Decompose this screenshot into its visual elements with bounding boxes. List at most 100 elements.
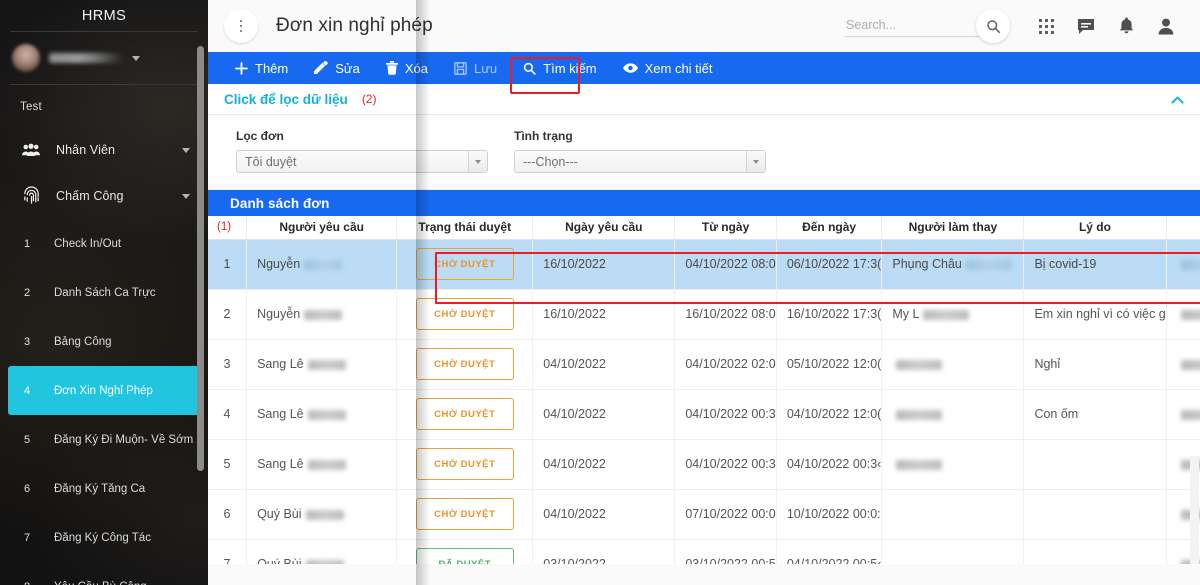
sidebar-item-number: 5	[24, 433, 31, 446]
redacted-text	[304, 309, 343, 320]
chevron-down-icon[interactable]	[746, 151, 765, 172]
row-index-text: 7	[223, 557, 231, 564]
bell-notification-icon[interactable]	[1106, 6, 1146, 46]
apps-grid-icon[interactable]	[1026, 6, 1066, 46]
avatar	[12, 44, 40, 72]
status-badge[interactable]: CHỜ DUYỆT	[415, 298, 514, 330]
redacted-text	[307, 359, 346, 370]
table-header-cell[interactable]: Người yêu cầu	[246, 216, 398, 240]
cell-approver	[1166, 389, 1200, 440]
floppy-save-icon	[454, 61, 467, 75]
cell-to-date-text: 06/10/2022 17:3(	[786, 257, 882, 271]
toolbar-button-search[interactable]: Tìm kiếm	[510, 52, 609, 84]
user-account-icon[interactable]	[1146, 6, 1186, 46]
sidebar-item-number: 2	[24, 286, 31, 299]
sidebar-item-label: Đăng Ký Đi Muộn- Về Sớm	[54, 433, 194, 446]
chevron-down-icon[interactable]	[468, 151, 487, 172]
cell-substitute: Phụng Châu	[881, 239, 1025, 290]
chevron-down-icon[interactable]	[182, 147, 190, 153]
search-input[interactable]	[844, 15, 984, 37]
filter-field-1: Tình trạng ---Chọn---	[514, 129, 766, 173]
cell-requester: Sang Lê	[246, 339, 398, 390]
table-row[interactable]: 3 Sang Lê CHỜ DUYỆT 04/10/2022 04/10/2022 02…	[208, 339, 1200, 390]
table-header-cell[interactable]: Trạng thái duyệt	[396, 216, 534, 240]
row-index: 2	[208, 289, 248, 340]
toolbar-button-plus[interactable]: Thêm	[222, 52, 301, 84]
chevron-down-icon[interactable]	[182, 193, 190, 199]
sidebar-item-8[interactable]: 8Yêu Cầu Bù Công	[0, 562, 208, 585]
cell-requester: Sang Lê	[246, 439, 398, 490]
cell-reason: Em xin nghỉ vì có việc gia đ	[1023, 289, 1167, 340]
cell-to-date: 04/10/2022 00:5‹	[776, 539, 883, 564]
filter-select-value: Tôi duyệt	[245, 154, 297, 169]
table-header-cell[interactable]: Từ ngày	[674, 216, 777, 240]
table-header-cell[interactable]: Ngườ	[1166, 216, 1200, 240]
table-header-cell[interactable]: Lý do	[1023, 216, 1167, 240]
table-scrollbar-track[interactable]	[1190, 456, 1199, 564]
cell-requester: Quý Bùi	[246, 539, 398, 564]
sidebar-item-label: Đơn Xin Nghỉ Phép	[54, 384, 153, 397]
sidebar-scrollbar-track[interactable]	[197, 22, 206, 560]
sidebar-group-label: Nhân Viên	[56, 143, 116, 157]
sidebar-item-4[interactable]: 4 Đơn Xin Nghỉ Phép	[8, 366, 200, 415]
table-header-cell[interactable]: Đến ngày	[776, 216, 883, 240]
toolbar-button-pencil-edit[interactable]: Sửa	[301, 52, 373, 84]
status-badge[interactable]: CHỜ DUYỆT	[415, 398, 514, 430]
sidebar-scrollbar-thumb[interactable]	[197, 46, 204, 471]
table-header-cell[interactable]: Ngày yêu cầu	[532, 216, 676, 240]
sidebar-item-number: 3	[24, 335, 31, 348]
sidebar-item-3[interactable]: 3 Bảng Công	[0, 317, 208, 366]
cell-reason	[1023, 539, 1167, 564]
sidebar-item-6[interactable]: 6 Đăng Ký Tăng Ca	[0, 464, 208, 513]
row-index-text: 2	[223, 307, 231, 321]
filter-select-1[interactable]: ---Chọn---	[514, 150, 766, 173]
sidebar-item-number: 7	[24, 531, 31, 544]
filter-select-value: ---Chọn---	[523, 154, 578, 169]
cell-requester: Nguyễn	[246, 239, 398, 290]
search-icon[interactable]	[976, 9, 1010, 43]
cell-requester: Quý Bùi	[246, 489, 398, 540]
table-row[interactable]: 1 Nguyễn CHỜ DUYỆT 16/10/2022 04/10/2022 08:…	[208, 239, 1200, 290]
sidebar-item-5[interactable]: 5 Đăng Ký Đi Muộn- Về Sớm	[0, 415, 208, 464]
status-badge[interactable]: CHỜ DUYỆT	[415, 248, 514, 280]
row-index-text: 5	[223, 457, 231, 471]
global-search[interactable]	[844, 9, 1010, 43]
cell-from-date: 16/10/2022 08:0(	[674, 289, 777, 340]
status-badge[interactable]: CHỜ DUYỆT	[415, 348, 514, 380]
status-badge[interactable]: CHỜ DUYỆT	[415, 448, 514, 480]
chevron-up-icon[interactable]	[1171, 93, 1184, 106]
sidebar-item-2[interactable]: 2 Danh Sách Ca Trực	[0, 268, 208, 317]
filter-select-0[interactable]: Tôi duyệt	[236, 150, 488, 173]
table-row[interactable]: 7 Quý Bùi ĐÃ DUYỆT 03/10/2022 03/10/2022 00:…	[208, 539, 1200, 564]
table-row[interactable]: 4 Sang Lê CHỜ DUYỆT 04/10/2022 04/10/2022 00…	[208, 389, 1200, 440]
eye-view-icon	[622, 63, 638, 73]
cell-from-date-text: 04/10/2022 08:0(	[685, 257, 777, 271]
toolbar-button-trash-delete[interactable]: Xóa	[373, 52, 441, 84]
redacted-text	[305, 559, 344, 564]
table-row[interactable]: 6 Quý Bùi CHỜ DUYỆT 04/10/2022 07/10/2022 00…	[208, 489, 1200, 540]
chevron-down-icon[interactable]	[132, 55, 140, 61]
filter-toggle-link[interactable]: Click để lọc dữ liệu	[224, 92, 348, 107]
sidebar-item-7[interactable]: 7 Đăng Ký Công Tác	[0, 513, 208, 562]
table-header-cell[interactable]: Người làm thay	[881, 216, 1025, 240]
table-header-index: (1)	[208, 216, 248, 240]
status-badge[interactable]: ĐÃ DUYỆT	[415, 548, 514, 564]
table-row[interactable]: 5 Sang Lê CHỜ DUYỆT 04/10/2022 04/10/2022 00…	[208, 439, 1200, 490]
cell-requester-text: Quý Bùi	[257, 557, 302, 564]
cell-request-date-text: 04/10/2022	[543, 407, 606, 421]
sidebar-group-cham-cong[interactable]: Chấm Công	[0, 173, 208, 219]
cell-to-date-text: 04/10/2022 00:5‹	[786, 557, 882, 564]
sidebar-group-nhan-vien[interactable]: Nhân Viên	[0, 127, 208, 173]
toolbar-button-eye-view[interactable]: Xem chi tiết	[610, 52, 726, 84]
user-profile[interactable]	[0, 32, 208, 84]
people-icon	[20, 143, 42, 157]
cell-request-date: 04/10/2022	[532, 389, 676, 440]
kebab-menu-icon[interactable]	[224, 9, 258, 43]
cell-from-date: 03/10/2022 00:5‹	[674, 539, 777, 564]
table-row[interactable]: 2 Nguyễn CHỜ DUYỆT 16/10/2022 16/10/2022 08:…	[208, 289, 1200, 340]
cell-reason: Con ốm	[1023, 389, 1167, 440]
chat-bubble-icon[interactable]	[1066, 6, 1106, 46]
status-badge[interactable]: CHỜ DUYỆT	[415, 498, 514, 530]
filter-field-0: Lọc đơn Tôi duyệt	[236, 129, 488, 173]
sidebar-item-1[interactable]: 1 Check In/Out	[0, 219, 208, 268]
